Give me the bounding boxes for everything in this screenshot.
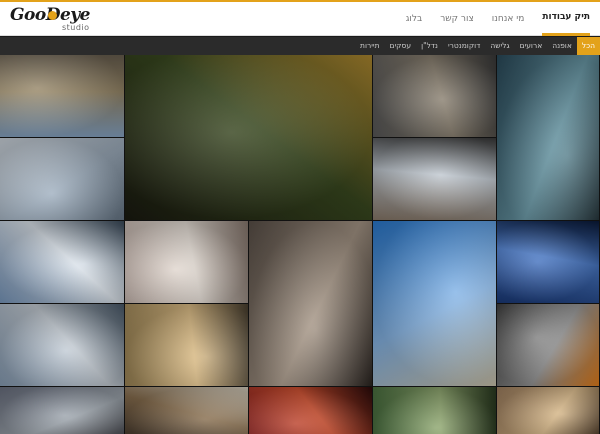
photo-crowd-flag[interactable] (125, 387, 249, 434)
photo-overlay (125, 387, 248, 434)
photo-craftsman-workshop[interactable] (373, 55, 497, 138)
nav-item-3[interactable]: בלוג (406, 2, 422, 36)
photo-overlay (0, 55, 124, 137)
photo-overlay (497, 55, 599, 220)
photo-snowboarder-jump[interactable] (0, 138, 125, 221)
category-filter-list: הכל אופנה ארועים גלישה דוקומנטרי נדל"ן עסקים תי… (355, 37, 600, 55)
photo-model-driftwood-beach[interactable] (373, 138, 497, 221)
photo-overlay (125, 304, 248, 386)
category-filter-6[interactable]: עסקים (385, 37, 417, 55)
photo-armored-figure[interactable] (0, 387, 125, 434)
category-filter-1[interactable]: אופנה (547, 37, 577, 55)
photo-pearl-necklace[interactable] (125, 221, 249, 304)
nav-item-2[interactable]: צור קשר (440, 2, 474, 36)
photo-overlay (249, 221, 372, 386)
photo-overlay (125, 55, 372, 220)
photo-woman-forest[interactable] (373, 387, 497, 434)
photo-overlay (373, 387, 496, 434)
photo-marina-boats[interactable] (0, 304, 125, 387)
category-filter-4[interactable]: דוקומנטרי (443, 37, 485, 55)
photo-overlay (373, 221, 496, 386)
portfolio-gallery (0, 55, 600, 434)
photo-overlay (125, 221, 248, 303)
photo-curly-hair-stage[interactable] (249, 387, 373, 434)
category-filter-2[interactable]: ארועים (515, 37, 548, 55)
main-navigation: תיק עבודות מי אנחנו צור קשר בלוג (406, 2, 590, 36)
photo-overlay (497, 387, 599, 434)
category-filter-bar: הכל אופנה ארועים גלישה דוקומנטרי נדל"ן עסקים תי… (0, 37, 600, 55)
category-filter-5[interactable]: נדל"ן (416, 37, 443, 55)
photo-woman-hanging-bar[interactable] (249, 221, 373, 387)
photo-overlay (0, 138, 124, 220)
photo-overlay (373, 138, 496, 220)
photo-aerial-performer[interactable] (497, 55, 600, 221)
category-filter-7[interactable]: תיירות (355, 37, 385, 55)
photo-overlay (0, 387, 124, 434)
logo-subtitle: studio (62, 23, 90, 32)
category-filter-0[interactable]: הכל (576, 37, 600, 55)
nav-item-0[interactable]: תיק עבודות (542, 2, 590, 36)
photo-car-wheel-orange[interactable] (497, 304, 600, 387)
photo-clown-with-glasses[interactable] (125, 55, 373, 221)
photo-overlay (497, 304, 599, 386)
site-header: GooDeye studio תיק עבודות מי אנחנו צור קשר… (0, 2, 600, 36)
photo-field-workers-sunset[interactable] (125, 304, 249, 387)
photo-snow-cabin-ladder[interactable] (0, 221, 125, 304)
nav-item-1[interactable]: מי אנחנו (492, 2, 525, 36)
category-filter-3[interactable]: גלישה (485, 37, 514, 55)
eye-icon (48, 11, 57, 20)
photo-overlay (497, 221, 599, 303)
photo-face-paint[interactable] (497, 387, 600, 434)
photo-overlay (0, 221, 124, 303)
photo-overlay (249, 387, 372, 434)
logo[interactable]: GooDeye studio (10, 5, 100, 33)
photo-pool-slide[interactable] (373, 221, 497, 387)
photo-jeep-convoy-mountains[interactable] (0, 55, 125, 138)
photo-overlay (373, 55, 496, 137)
photo-blue-signage[interactable] (497, 221, 600, 304)
photo-overlay (0, 304, 124, 386)
